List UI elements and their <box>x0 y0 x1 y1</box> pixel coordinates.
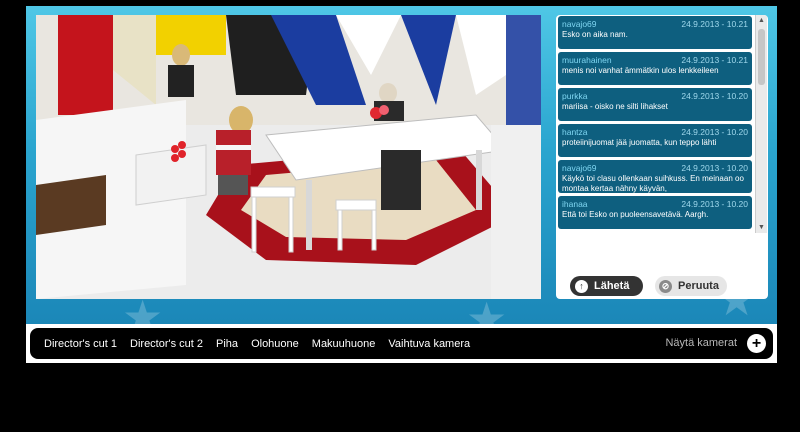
send-button[interactable]: ↑ Lähetä <box>570 276 643 296</box>
message-username[interactable]: navajo69 <box>562 18 597 30</box>
show-cameras-link[interactable]: Näytä kamerat <box>665 337 737 349</box>
stage-background: ★ ★ ★ <box>26 6 777 324</box>
message-text: Käykö toi clasu ollenkaan suihkuss. En m… <box>562 174 744 193</box>
chat-scrollbar[interactable]: ▲ ▼ <box>755 15 767 233</box>
message-text: Että toi Esko on puoleensavetävä. Aargh. <box>562 210 709 219</box>
camera-selector-bar: Director's cut 1 Director's cut 2 Piha O… <box>30 328 773 359</box>
chat-message: navajo69 24.9.2013 - 10.21 Esko on aika n… <box>558 16 752 49</box>
scroll-down-arrow-icon[interactable]: ▼ <box>756 222 767 233</box>
message-timestamp: 24.9.2013 - 10.20 <box>681 127 748 137</box>
message-text: mariisa - oisko ne silti lihakset <box>562 102 668 111</box>
message-username[interactable]: hantza <box>562 126 588 138</box>
camera-tab-directors-cut-2[interactable]: Director's cut 2 <box>130 338 203 350</box>
plus-icon[interactable]: + <box>747 334 766 353</box>
scroll-thumb[interactable] <box>758 29 765 85</box>
camera-tabs: Director's cut 1 Director's cut 2 Piha O… <box>44 338 483 350</box>
message-timestamp: 24.9.2013 - 10.20 <box>681 199 748 209</box>
message-text: Esko on aika nam. <box>562 30 628 39</box>
player-frame: ★ ★ ★ <box>26 6 777 363</box>
chat-message-list[interactable]: navajo69 24.9.2013 - 10.21 Esko on aika n… <box>556 15 754 233</box>
video-frame-image <box>36 15 541 299</box>
message-username[interactable]: muurahainen <box>562 54 612 66</box>
live-video[interactable] <box>36 15 541 299</box>
message-timestamp: 24.9.2013 - 10.21 <box>681 19 748 29</box>
camera-tab-piha[interactable]: Piha <box>216 338 238 350</box>
message-timestamp: 24.9.2013 - 10.20 <box>681 163 748 173</box>
send-button-label: Lähetä <box>594 280 630 292</box>
camera-tab-directors-cut-1[interactable]: Director's cut 1 <box>44 338 117 350</box>
message-username[interactable]: navajo69 <box>562 162 597 174</box>
camera-tab-makuuhuone[interactable]: Makuuhuone <box>312 338 376 350</box>
message-username[interactable]: ihanaa <box>562 198 588 210</box>
chat-message-input[interactable] <box>558 236 764 272</box>
chat-message: navajo69 24.9.2013 - 10.20 Käykö toi clas… <box>558 160 752 193</box>
cancel-button-label: Peruuta <box>678 280 719 292</box>
message-text: proteiinijuomat jää juomatta, kun teppo … <box>562 138 717 147</box>
camera-tab-olohuone[interactable]: Olohuone <box>251 338 299 350</box>
arrow-up-icon: ↑ <box>575 279 588 293</box>
cancel-circle-icon: ⊘ <box>659 279 672 293</box>
chat-message: muurahainen 24.9.2013 - 10.21 menis noi v… <box>558 52 752 85</box>
scroll-up-arrow-icon[interactable]: ▲ <box>756 15 767 26</box>
chat-message: ihanaa 24.9.2013 - 10.20 Että toi Esko on… <box>558 196 752 229</box>
camera-tab-vaihtuva-kamera[interactable]: Vaihtuva kamera <box>388 338 470 350</box>
star-decoration: ★ <box>466 293 508 324</box>
message-username[interactable]: purkka <box>562 90 588 102</box>
chat-panel: navajo69 24.9.2013 - 10.21 Esko on aika n… <box>556 15 768 299</box>
message-timestamp: 24.9.2013 - 10.21 <box>681 55 748 65</box>
message-text: menis noi vanhat ämmätkin ulos lenkkeile… <box>562 66 719 75</box>
chat-message: purkka 24.9.2013 - 10.20 mariisa - oisko … <box>558 88 752 121</box>
cancel-button[interactable]: ⊘ Peruuta <box>655 276 727 296</box>
chat-message: hantza 24.9.2013 - 10.20 proteiinijuomat … <box>558 124 752 157</box>
message-timestamp: 24.9.2013 - 10.20 <box>681 91 748 101</box>
